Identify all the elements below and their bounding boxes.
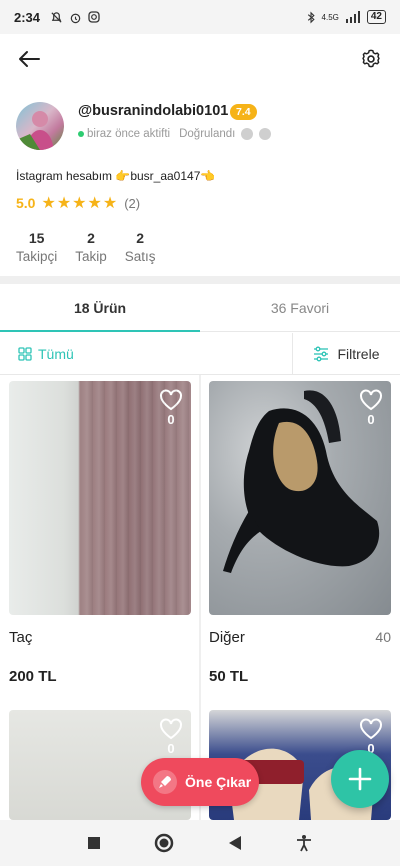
- promote-button[interactable]: Öne Çıkar: [141, 758, 259, 806]
- sliders-icon: [314, 346, 329, 361]
- like-count: 0: [167, 741, 175, 756]
- stat-value: 2: [136, 230, 145, 246]
- status-icons: [50, 11, 100, 24]
- promote-label: Öne Çıkar: [185, 774, 252, 790]
- section-divider: [0, 276, 400, 284]
- gear-icon: [362, 49, 380, 68]
- product-price: 50 TL: [209, 668, 249, 685]
- network-label: 4.5G: [321, 12, 339, 22]
- stat-following[interactable]: 2 Takip: [75, 230, 107, 264]
- rating-row[interactable]: 5.0 ★★★★★ (2): [16, 193, 140, 213]
- stat-value: 2: [87, 230, 95, 246]
- battery-icon: 42: [366, 10, 386, 24]
- active-status-row: biraz önce aktifti Doğrulandı: [78, 128, 272, 140]
- back-triangle-icon[interactable]: [228, 835, 242, 851]
- system-nav-bar: [0, 820, 400, 866]
- heart-icon: [160, 718, 182, 740]
- all-label: Tümü: [38, 345, 74, 362]
- all-categories-button[interactable]: Tümü: [0, 333, 292, 374]
- heart-icon: [360, 389, 382, 411]
- signal-icon: [345, 11, 360, 23]
- add-product-button[interactable]: [331, 750, 389, 808]
- profile-stats: 15 Takipçi 2 Takip 2 Satış: [16, 230, 156, 264]
- back-button[interactable]: [14, 44, 44, 74]
- product-card[interactable]: 0 Diğer 40 50 TL: [209, 381, 391, 685]
- stat-label: Takipçi: [16, 249, 58, 264]
- instagram-icon: [88, 11, 100, 23]
- phone-verified-icon: [259, 128, 272, 140]
- profile-bio: İstagram hesabım 👉busr_aa0147👈: [16, 169, 216, 183]
- home-icon[interactable]: [154, 833, 174, 853]
- recents-icon[interactable]: [87, 836, 101, 850]
- top-header: [0, 34, 400, 84]
- rocket-icon: [153, 770, 177, 794]
- email-verified-icon: [241, 128, 254, 140]
- tab-favorites[interactable]: 36 Favori: [200, 284, 400, 331]
- online-dot-icon: [78, 131, 84, 137]
- bluetooth-icon: [307, 11, 315, 23]
- rating-badge: 7.4: [230, 104, 257, 120]
- stat-sales[interactable]: 2 Satış: [125, 230, 156, 264]
- product-image[interactable]: 0: [9, 381, 191, 615]
- arrow-left-icon: [19, 51, 40, 67]
- like-button[interactable]: 0: [159, 389, 183, 427]
- product-title: Taç: [9, 629, 33, 646]
- status-right: 4.5G 42: [307, 10, 386, 24]
- heart-icon: [160, 389, 182, 411]
- status-time: 2:34: [14, 9, 41, 25]
- filter-label: Filtrele: [337, 345, 380, 362]
- product-title: Diğer: [209, 629, 245, 646]
- grid-icon: [18, 346, 32, 361]
- review-count: (2): [124, 195, 141, 211]
- star-icons: ★★★★★: [41, 195, 119, 212]
- status-bar: 2:34 4.5G 42: [0, 0, 400, 34]
- like-button[interactable]: 0: [159, 718, 183, 756]
- profile-tabs: 18 Ürün 36 Favori: [0, 284, 400, 332]
- product-title-row: Diğer 40: [209, 629, 391, 646]
- product-price: 200 TL: [9, 668, 57, 685]
- stat-value: 15: [28, 230, 45, 246]
- mute-icon: [51, 11, 62, 23]
- grid-divider: [199, 375, 201, 820]
- heart-icon: [360, 718, 382, 740]
- plus-icon: [348, 767, 372, 791]
- filter-button[interactable]: Filtrele: [292, 333, 400, 374]
- active-status: biraz önce aktifti: [87, 128, 171, 140]
- like-count: 0: [367, 412, 375, 427]
- stat-label: Takip: [75, 249, 107, 264]
- product-image[interactable]: 0: [209, 381, 391, 615]
- stat-followers[interactable]: 15 Takipçi: [16, 230, 57, 264]
- tab-products[interactable]: 18 Ürün: [0, 284, 200, 332]
- like-count: 0: [167, 412, 175, 427]
- product-size: 40: [375, 629, 391, 645]
- product-card[interactable]: 0 Taç 200 TL: [9, 381, 191, 685]
- stat-label: Satış: [124, 249, 156, 264]
- settings-button[interactable]: [356, 44, 386, 74]
- like-button[interactable]: 0: [359, 389, 383, 427]
- verified-label: Doğrulandı: [179, 128, 236, 140]
- username: @busranindolabi0101: [78, 103, 229, 119]
- avatar[interactable]: [16, 102, 64, 150]
- rating-score: 5.0: [16, 195, 36, 211]
- alarm-icon: [70, 13, 81, 23]
- accessibility-icon[interactable]: [295, 834, 313, 852]
- filter-bar: Tümü Filtrele: [0, 333, 400, 375]
- product-title-row: Taç: [9, 629, 191, 646]
